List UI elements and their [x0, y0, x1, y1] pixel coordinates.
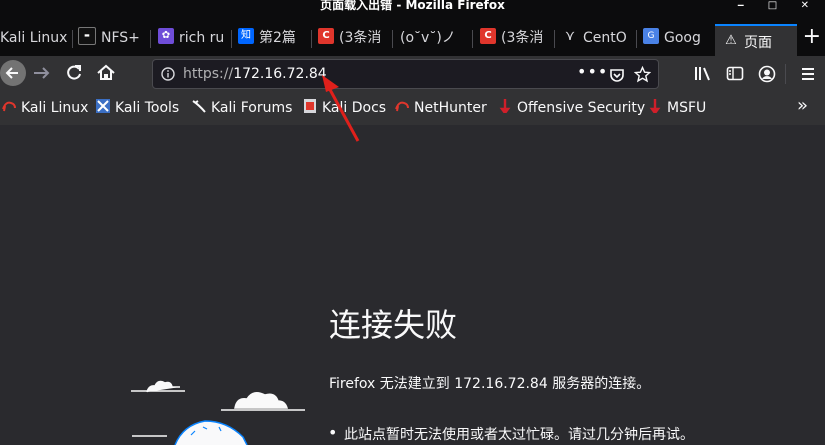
tab-separator [231, 30, 232, 48]
url-scheme: https:// [183, 66, 234, 82]
tab-csdn-1[interactable]: C (3条消 [318, 23, 388, 53]
bookmark-kali-docs[interactable]: Kali Docs [303, 99, 386, 117]
window-title: 页面载入出错 - Mozilla Firefox [320, 0, 505, 12]
bookmark-star-icon[interactable] [634, 66, 651, 83]
url-bar[interactable]: https://172.16.72.84 ••• [152, 59, 659, 89]
window-titlebar: 页面载入出错 - Mozilla Firefox ‒ □ ✕ [0, 0, 825, 14]
tab-label: NFS+ [101, 30, 140, 46]
error-page-content: 连接失败 Firefox 无法建立到 172.16.72.84 服务器的连接。 … [0, 125, 825, 445]
error-illustration [131, 380, 305, 445]
bookmark-kali-forums[interactable]: Kali Forums [192, 99, 292, 117]
warning-icon: ⚠ [725, 33, 737, 48]
tab-google-translate[interactable]: G Goog [643, 23, 709, 53]
csdn-icon: C [480, 28, 496, 44]
home-button[interactable] [95, 62, 117, 84]
tab-label: Goog [664, 30, 701, 46]
tab-separator [554, 30, 555, 48]
tab-csdn-2[interactable]: C (3条消 [480, 23, 550, 53]
bookmarks-overflow-chevron-icon[interactable]: » [797, 97, 808, 115]
kali-dragon-icon [2, 101, 16, 112]
offensive-security-icon [499, 99, 511, 113]
tab-zhihu[interactable]: 知第2篇 [238, 23, 304, 53]
info-icon[interactable] [161, 67, 175, 81]
navigation-toolbar: https://172.16.72.84 ••• [0, 56, 825, 91]
forward-button[interactable] [30, 62, 52, 84]
forward-arrow-icon [34, 67, 50, 79]
kali-docs-icon [304, 99, 316, 113]
tab-kali-linux[interactable]: Kali Linux [0, 23, 70, 53]
bookmark-label: Kali Tools [115, 100, 180, 116]
tab-label: (o˘v˘)ノ [400, 30, 456, 46]
url-text[interactable]: https://172.16.72.84 [183, 66, 327, 82]
nethunter-icon [395, 101, 409, 112]
tab-rich-ru[interactable]: ✿ rich ru [158, 23, 226, 53]
bookmark-label: Kali Linux [21, 100, 89, 116]
baidu-icon: ✿ [158, 28, 174, 44]
bookmark-kali-linux[interactable]: Kali Linux [2, 99, 88, 117]
tab-strip: Kali Linux ▬ NFS+ ✿ rich ru 知第2篇 C (3条消 (o˘… [0, 14, 825, 60]
error-description: Firefox 无法建立到 172.16.72.84 服务器的连接。 [329, 376, 651, 392]
kali-forums-icon [192, 100, 206, 113]
nfs-icon: ▬ [78, 27, 96, 45]
tab-nfs[interactable]: ▬ NFS+ [78, 23, 144, 53]
pocket-icon[interactable] [609, 67, 625, 83]
tab-error-page-active[interactable]: ⚠ 页面 [715, 24, 797, 60]
bookmark-label: MSFU [667, 100, 707, 116]
tab-centos[interactable]: ⋎ CentO [562, 23, 632, 53]
tab-label: rich ru [179, 30, 225, 46]
bookmark-kali-tools[interactable]: Kali Tools [96, 99, 179, 117]
tab-label: (3条消 [501, 30, 544, 46]
error-suggestion-item: 此站点暂时无法使用或者太过忙碌。请过几分钟后再试。 [328, 423, 694, 444]
error-title: 连接失败 [329, 306, 458, 344]
bookmark-msfu[interactable]: MSFU [648, 99, 706, 117]
toolbar-separator [785, 64, 786, 84]
tab-label: Kali Linux [0, 30, 68, 46]
page-actions-icon[interactable]: ••• [577, 62, 608, 81]
url-host: 172.16.72.84 [233, 66, 327, 82]
tab-separator [150, 30, 151, 48]
zhihu-icon: 知 [238, 28, 254, 44]
tab-separator [311, 30, 312, 48]
tab-label: CentO [583, 30, 627, 46]
tab-label: 页面 [744, 35, 772, 51]
library-icon[interactable] [694, 66, 712, 82]
tab-label: 第2篇 [259, 30, 296, 46]
reload-button[interactable] [63, 62, 85, 84]
home-icon [97, 64, 115, 80]
menu-hamburger-icon[interactable] [800, 66, 816, 82]
msfu-icon [649, 99, 661, 113]
tab-separator [472, 30, 473, 48]
reload-icon [67, 65, 81, 80]
bookmark-nethunter[interactable]: NetHunter [395, 99, 487, 117]
back-button[interactable] [0, 60, 26, 86]
centos-icon: ⋎ [564, 28, 576, 44]
bookmark-label: Offensive Security [517, 100, 646, 116]
error-suggestions-list: 此站点暂时无法使用或者太过忙碌。请过几分钟后再试。 [328, 423, 694, 444]
tab-separator [392, 30, 393, 48]
bookmark-offensive-security[interactable]: Offensive Security [498, 99, 645, 117]
tab-emoticon[interactable]: (o˘v˘)ノ [400, 23, 466, 53]
csdn-icon: C [318, 28, 334, 44]
bookmark-label: Kali Forums [211, 100, 293, 116]
kali-tools-icon [96, 99, 110, 113]
sidebar-icon[interactable] [726, 66, 744, 82]
bookmark-label: Kali Docs [322, 100, 387, 116]
bookmarks-toolbar: Kali Linux Kali Tools Kali Forums Kali D… [0, 91, 825, 126]
window-controls[interactable]: ‒ □ ✕ [737, 0, 819, 12]
tab-label: (3条消 [339, 30, 382, 46]
google-translate-icon: G [643, 28, 659, 44]
account-icon[interactable] [758, 65, 776, 83]
bookmark-label: NetHunter [414, 100, 487, 116]
tab-separator [72, 30, 73, 48]
new-tab-button[interactable]: + [803, 26, 821, 48]
back-arrow-icon [5, 67, 18, 79]
tab-separator [636, 30, 637, 48]
